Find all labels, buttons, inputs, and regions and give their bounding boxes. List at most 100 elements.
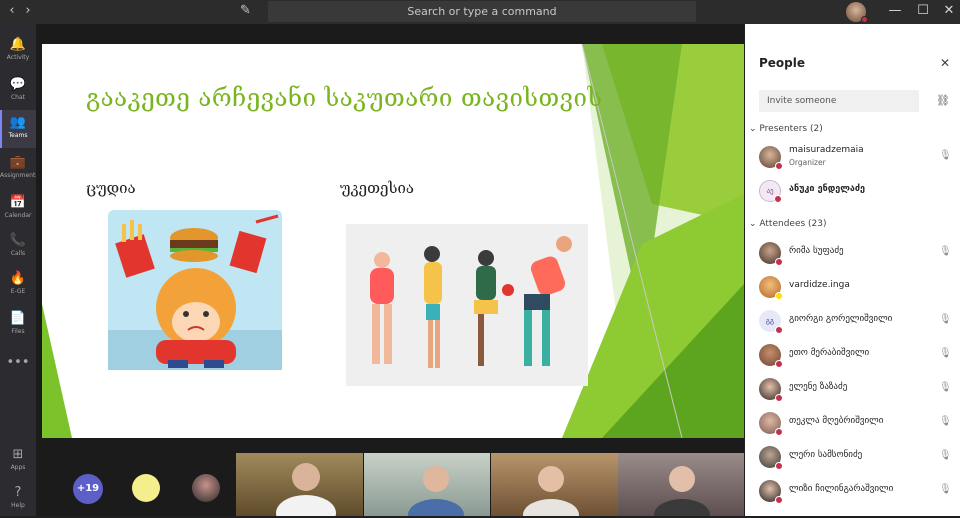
video-tile[interactable] xyxy=(491,453,618,516)
person-row[interactable]: აე ანუკი ენდელაძე xyxy=(759,178,959,206)
presenters-section-header[interactable]: ⌄ Presenters (2) xyxy=(749,124,823,134)
person-row[interactable]: თეკლა მღებრიშვილი 🎙 xyxy=(759,410,959,438)
person-name: ეთო მერაბიშვილი xyxy=(789,348,870,358)
junk-food-illustration xyxy=(108,210,282,370)
video-tile[interactable] xyxy=(236,453,363,516)
back-arrow-icon[interactable]: ‹ xyxy=(4,3,20,18)
rail-item-teams[interactable]: 👥 Teams xyxy=(0,110,36,148)
person-name: რიმა სუფაძე xyxy=(789,246,844,256)
avatar: აე xyxy=(759,180,782,203)
app-rail: 🔔 Activity 💬 Chat 👥 Teams 💼 Assignments 📅 Cal… xyxy=(0,24,39,518)
search-input[interactable]: Search or type a command xyxy=(268,1,696,22)
person-row[interactable]: ეთო მერაბიშვილი 🎙 xyxy=(759,342,959,370)
person-name: ანუკი ენდელაძე xyxy=(789,184,865,194)
attendees-section-header[interactable]: ⌄ Attendees (23) xyxy=(749,219,827,229)
person-silhouette xyxy=(408,466,464,516)
person-role: Organizer xyxy=(789,158,826,167)
share-link-icon[interactable]: ⛓ xyxy=(936,94,950,107)
status-dot xyxy=(775,162,783,170)
mic-muted-icon: 🎙 xyxy=(939,314,952,325)
status-dot xyxy=(775,462,783,470)
participant-avatar[interactable] xyxy=(192,474,220,502)
status-dot xyxy=(775,394,783,402)
chevron-down-icon: ⌄ xyxy=(749,124,760,134)
avatar xyxy=(759,344,783,368)
rail-item-apps[interactable]: ⊞ Apps xyxy=(0,442,36,480)
maximize-icon[interactable]: ☐ xyxy=(914,3,932,18)
mic-muted-icon: 🎙 xyxy=(939,484,952,495)
person-row[interactable]: გგ გიორგი გორელიშვილი 🎙 xyxy=(759,308,959,336)
avatar xyxy=(759,480,783,504)
panel-title: People xyxy=(759,56,806,70)
left-heading: ცუდია xyxy=(86,179,136,197)
person-row[interactable]: ლიზი ჩილინგარაშვილი 🎙 xyxy=(759,478,959,506)
person-row[interactable]: რიმა სუფაძე 🎙 xyxy=(759,240,959,268)
chat-icon: 💬 xyxy=(9,77,27,92)
mic-muted-icon: 🎙 xyxy=(939,348,952,359)
forward-arrow-icon[interactable]: › xyxy=(20,3,36,18)
right-heading: უკეთესია xyxy=(340,179,415,197)
status-dot xyxy=(775,258,783,266)
person-name: maisuradzemaia xyxy=(789,145,864,155)
status-dot xyxy=(775,496,783,504)
help-icon: ? xyxy=(14,485,22,500)
status-dot xyxy=(775,326,783,334)
rail-label: Chat xyxy=(10,94,26,101)
teams-icon: 👥 xyxy=(9,115,27,130)
invite-input[interactable]: Invite someone xyxy=(759,90,919,112)
rail-item-files[interactable]: 📄 Files xyxy=(0,306,36,344)
compose-icon[interactable]: ✎ xyxy=(240,3,251,18)
close-icon[interactable]: ✕ xyxy=(940,56,950,70)
rail-label: Activity xyxy=(6,54,30,61)
rail-item-calendar[interactable]: 📅 Calendar xyxy=(0,190,36,228)
section-label: Attendees (23) xyxy=(759,219,827,229)
person-silhouette xyxy=(276,463,336,516)
status-dot xyxy=(775,292,783,300)
video-tile[interactable] xyxy=(364,453,490,516)
rail-label: Teams xyxy=(8,132,28,139)
rail-item-ege[interactable]: 🔥 E-GE xyxy=(0,266,36,304)
rail-label: Calls xyxy=(10,250,26,257)
person-row[interactable]: ელენე ზაზაძე 🎙 xyxy=(759,376,959,404)
close-window-icon[interactable]: ✕ xyxy=(940,3,958,18)
rail-label: E-GE xyxy=(10,288,26,295)
avatar xyxy=(759,446,783,470)
user-avatar[interactable] xyxy=(846,2,868,23)
exercise-illustration xyxy=(346,224,588,386)
people-panel: People ✕ Invite someone ⛓ ⌄ Presenters (… xyxy=(745,24,960,516)
avatar-initials: გგ xyxy=(765,317,775,325)
rail-label: Apps xyxy=(10,464,26,471)
person-name: ლიზი ჩილინგარაშვილი xyxy=(789,484,894,494)
slide-title: გააკეთე არჩევანი საკუთარი თავისთვის xyxy=(86,84,603,112)
avatar xyxy=(759,378,783,402)
avatar xyxy=(759,146,783,170)
status-dot xyxy=(774,195,782,203)
mic-muted-icon: 🎙 xyxy=(939,450,952,461)
rail-item-chat[interactable]: 💬 Chat xyxy=(0,72,36,110)
person-row[interactable]: ლერი სამსონიძე 🎙 xyxy=(759,444,959,472)
person-row[interactable]: vardidze.inga xyxy=(759,274,959,302)
avatar xyxy=(759,242,783,266)
participant-avatar[interactable] xyxy=(132,474,160,502)
rail-item-assignments[interactable]: 💼 Assignments xyxy=(0,150,39,188)
rail-item-help[interactable]: ? Help xyxy=(0,480,36,518)
person-row[interactable]: maisuradzemaia Organizer 🎙 xyxy=(759,144,959,172)
mic-muted-icon: 🎙 xyxy=(939,416,952,427)
rail-label: Help xyxy=(11,502,25,509)
video-tile[interactable] xyxy=(618,453,744,516)
mic-muted-icon: 🎙 xyxy=(939,382,952,393)
minimize-icon[interactable]: — xyxy=(886,3,904,18)
person-name: vardidze.inga xyxy=(789,280,850,290)
status-dot xyxy=(861,16,868,23)
rail-item-calls[interactable]: 📞 Calls xyxy=(0,228,36,266)
section-label: Presenters (2) xyxy=(759,124,823,134)
rail-item-activity[interactable]: 🔔 Activity xyxy=(0,32,36,70)
more-participants-badge[interactable]: +19 xyxy=(73,474,103,504)
person-name: ლერი სამსონიძე xyxy=(789,450,863,460)
person-name: გიორგი გორელიშვილი xyxy=(789,314,893,324)
rail-item-more[interactable]: ••• xyxy=(0,350,36,388)
avatar: გგ xyxy=(759,310,783,334)
rail-label: Assignments xyxy=(0,172,39,179)
avatar xyxy=(759,276,783,300)
rail-label: Files xyxy=(11,328,25,335)
